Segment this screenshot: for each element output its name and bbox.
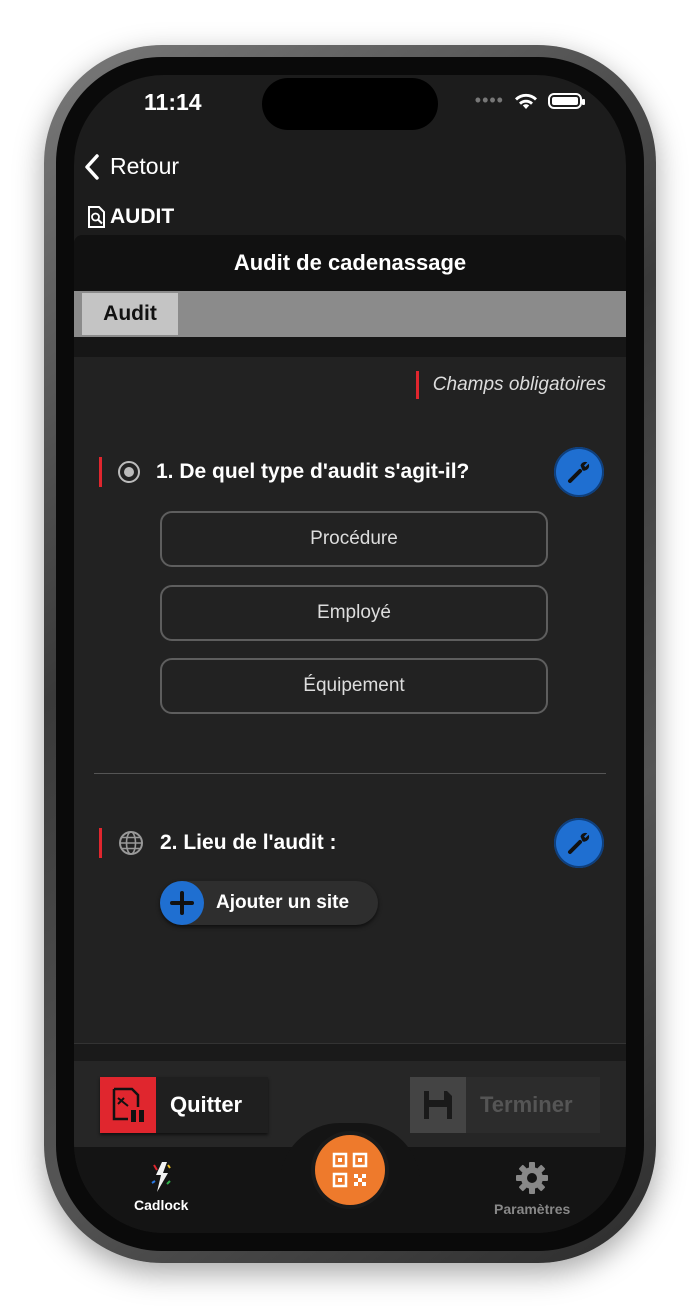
signal-icon: ••••: [474, 90, 504, 110]
quit-label: Quitter: [170, 1092, 243, 1117]
plus-icon: [160, 881, 204, 925]
spacer: [74, 337, 626, 357]
wifi-icon: [515, 93, 537, 109]
option-employe[interactable]: Employé: [160, 585, 548, 641]
quit-document-icon: [100, 1077, 156, 1133]
save-disk-icon: [410, 1077, 466, 1133]
dynamic-island: [262, 78, 438, 130]
tab-cadlock[interactable]: Cadlock: [134, 1161, 188, 1213]
screen: 11:14 •••• Retour AUDIT Audit de cadenas…: [74, 75, 626, 1233]
question-1-tools-button[interactable]: [554, 447, 604, 497]
required-marker: [99, 828, 102, 858]
tab-audit[interactable]: Audit: [82, 293, 178, 335]
question-divider: [94, 773, 606, 774]
section-heading: AUDIT: [86, 205, 174, 229]
form-title: Audit de cadenassage: [74, 235, 626, 291]
option-procedure[interactable]: Procédure: [160, 511, 548, 567]
required-marker: [415, 371, 419, 399]
globe-icon: [119, 831, 143, 855]
wrench-icon: [568, 461, 590, 483]
tab-strip: Audit: [74, 291, 626, 337]
battery-icon: [548, 92, 585, 109]
section-title: AUDIT: [110, 205, 175, 228]
tab-cadlock-label: Cadlock: [134, 1197, 189, 1213]
back-label: Retour: [110, 153, 180, 179]
cadlock-logo-icon: [151, 1162, 172, 1192]
qr-scan-button[interactable]: [315, 1135, 385, 1205]
status-indicators: ••••: [474, 90, 585, 111]
qr-code-icon: [332, 1152, 368, 1188]
required-fields-legend: Champs obligatoires: [415, 371, 606, 399]
question-1: 1. De quel type d'audit s'agit-il?: [99, 457, 469, 487]
question-2: 2. Lieu de l'audit :: [99, 828, 337, 858]
question-2-tools-button[interactable]: [554, 818, 604, 868]
add-site-label: Ajouter un site: [216, 892, 350, 913]
wrench-icon: [568, 832, 590, 854]
status-time: 11:14: [144, 89, 202, 115]
required-note-text: Champs obligatoires: [432, 374, 606, 395]
audit-document-icon: [88, 206, 105, 228]
radio-question-icon: [118, 461, 140, 483]
chevron-left-icon: [85, 153, 99, 180]
form-content: Champs obligatoires 1. De quel type d'au…: [74, 357, 626, 1043]
option-equipement[interactable]: Équipement: [160, 658, 548, 714]
quit-button[interactable]: Quitter: [100, 1077, 268, 1133]
add-site-button[interactable]: Ajouter un site: [160, 881, 378, 925]
question-1-label: 1. De quel type d'audit s'agit-il?: [156, 460, 470, 483]
tab-parametres-label: Paramètres: [494, 1201, 571, 1217]
finish-button[interactable]: Terminer: [410, 1077, 600, 1133]
finish-label: Terminer: [480, 1092, 573, 1117]
required-marker: [99, 457, 102, 487]
back-button[interactable]: Retour: [84, 153, 179, 180]
gear-icon: [516, 1162, 549, 1194]
tab-parametres[interactable]: Paramètres: [494, 1161, 570, 1217]
question-2-label: 2. Lieu de l'audit :: [160, 831, 337, 854]
footer-separator: [74, 1043, 626, 1062]
